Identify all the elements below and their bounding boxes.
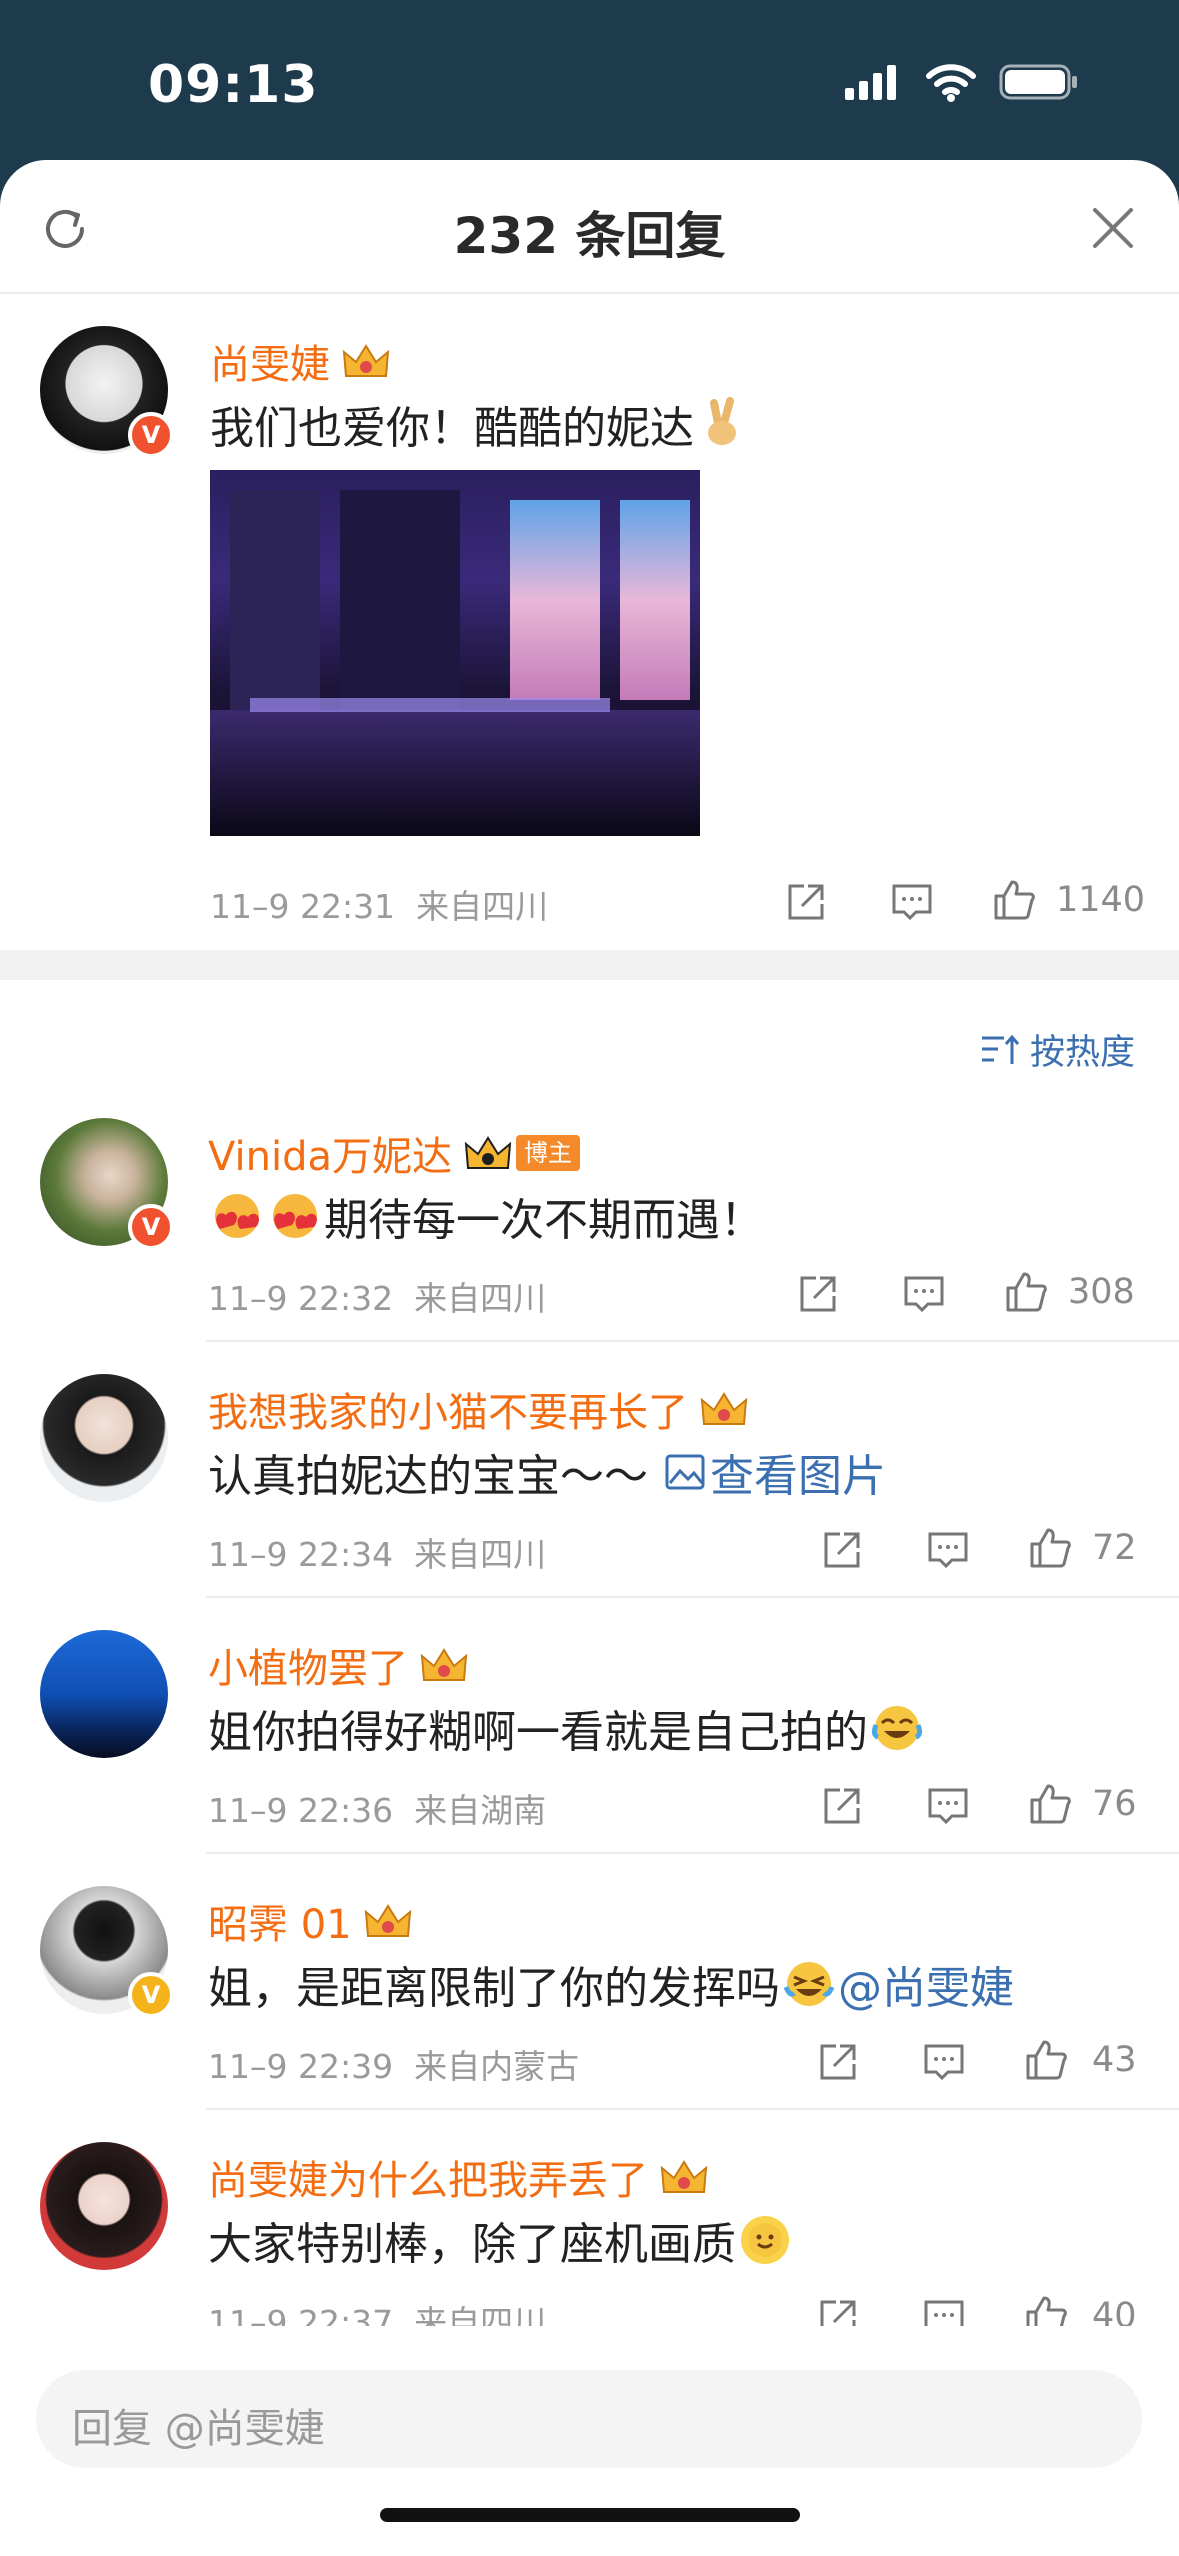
- crown-icon: [700, 1392, 748, 1425]
- home-indicator: [380, 2508, 800, 2522]
- avatar[interactable]: [40, 1374, 168, 1502]
- reply-text: 大家特别棒，除了座机画质: [208, 2208, 794, 2272]
- reply-text: 认真拍妮达的宝宝～～ 查看图片: [208, 1440, 886, 1504]
- like-icon[interactable]: [1028, 1782, 1072, 1826]
- post-text: 我们也爱你！酷酷的妮达: [210, 392, 752, 456]
- author-name[interactable]: 尚雯婕为什么把我弄丢了: [208, 2148, 710, 2206]
- post-image[interactable]: [210, 470, 700, 836]
- reply-input-placeholder: 回复 @尚雯婕: [72, 2406, 325, 2452]
- post-meta: 11–9 22:31 来自四川: [210, 887, 549, 926]
- like-icon[interactable]: [1024, 2038, 1068, 2082]
- reply-meta: 11–9 22:34 来自四川: [208, 1535, 547, 1574]
- share-icon[interactable]: [796, 1272, 840, 1316]
- like-count: 43: [1092, 2040, 1137, 2080]
- avatar[interactable]: [40, 1630, 168, 1758]
- crown-icon: [420, 1648, 468, 1681]
- battery-icon: [999, 64, 1077, 100]
- divider: [206, 1852, 1179, 1854]
- comment-icon[interactable]: [926, 1784, 970, 1828]
- share-icon[interactable]: [784, 880, 828, 924]
- reply-meta: 11–9 22:36 来自湖南: [208, 1791, 547, 1830]
- replies-sheet: 232 条回复 V 尚雯婕 我们也爱你！酷酷的妮达 11–9 22:31 来自四…: [0, 160, 1179, 2556]
- view-image-link[interactable]: 查看图片: [664, 1440, 886, 1504]
- signal-icon: [845, 65, 896, 100]
- sheet-header: 232 条回复: [0, 160, 1179, 294]
- page-title: 232 条回复: [453, 207, 726, 265]
- comment-icon[interactable]: [926, 1528, 970, 1572]
- like-count: 308: [1068, 1272, 1135, 1312]
- like-icon[interactable]: [1004, 1270, 1048, 1314]
- like-icon[interactable]: [1028, 1526, 1072, 1570]
- verified-badge-icon: V: [128, 1972, 174, 2018]
- comment-icon[interactable]: [890, 880, 934, 924]
- owner-badge: 博主: [515, 1135, 580, 1171]
- author-name[interactable]: 我想我家的小猫不要再长了: [208, 1380, 750, 1438]
- like-icon[interactable]: [992, 878, 1036, 922]
- crown-icon: [364, 1904, 411, 1937]
- reply-text: 期待每一次不期而遇！: [208, 1184, 764, 1248]
- reply-text: 姐，是距离限制了你的发挥吗 @尚雯婕: [208, 1952, 1014, 2016]
- status-time: 09:13: [148, 55, 319, 115]
- avatar[interactable]: [40, 2142, 168, 2270]
- like-count: 1140: [1056, 880, 1146, 920]
- reply-input[interactable]: 回复 @尚雯婕: [36, 2370, 1142, 2468]
- comment-icon[interactable]: [922, 2040, 966, 2084]
- author-name[interactable]: 昭霁 01: [208, 1892, 414, 1950]
- sort-by-hot-button[interactable]: 按热度: [980, 1024, 1135, 1075]
- laughing-tears-icon: [783, 1962, 835, 2006]
- crown-icon: [464, 1136, 512, 1169]
- share-icon[interactable]: [816, 2040, 860, 2084]
- section-divider: [0, 950, 1179, 980]
- author-name[interactable]: Vinida万妮达 博主: [208, 1124, 580, 1182]
- heart-face-icon: [273, 1194, 317, 1238]
- share-icon[interactable]: [820, 1784, 864, 1828]
- victory-hand-icon: [708, 397, 736, 445]
- verified-badge-icon: V: [128, 1204, 174, 1250]
- author-name[interactable]: 尚雯婕: [210, 332, 392, 390]
- crying-laughing-icon: [871, 1706, 923, 1750]
- crown-icon: [660, 2160, 708, 2193]
- comment-icon[interactable]: [902, 1272, 946, 1316]
- verified-badge-icon: V: [128, 412, 174, 458]
- status-bar: 09:13: [0, 0, 1179, 170]
- sort-icon: [981, 1034, 1020, 1064]
- divider: [206, 2108, 1179, 2110]
- author-name[interactable]: 小植物罢了: [208, 1636, 470, 1694]
- divider: [206, 1596, 1179, 1598]
- reply-meta: 11–9 22:39 来自内蒙古: [208, 2047, 580, 2086]
- mention-link[interactable]: @尚雯婕: [838, 1952, 1014, 2016]
- reply-meta: 11–9 22:32 来自四川: [208, 1279, 547, 1318]
- share-icon[interactable]: [820, 1528, 864, 1572]
- heart-face-icon: [215, 1194, 259, 1238]
- like-count: 72: [1092, 1528, 1137, 1568]
- smiling-sun-icon: [741, 2216, 789, 2264]
- reply-footer: 回复 @尚雯婕: [0, 2326, 1179, 2556]
- close-icon[interactable]: [1087, 202, 1139, 254]
- wifi-icon: [926, 64, 976, 102]
- like-count: 76: [1092, 1784, 1137, 1824]
- divider: [206, 1340, 1179, 1342]
- crown-icon: [342, 344, 390, 377]
- image-icon: [665, 1454, 705, 1490]
- reply-text: 姐你拍得好糊啊一看就是自己拍的: [208, 1696, 926, 1760]
